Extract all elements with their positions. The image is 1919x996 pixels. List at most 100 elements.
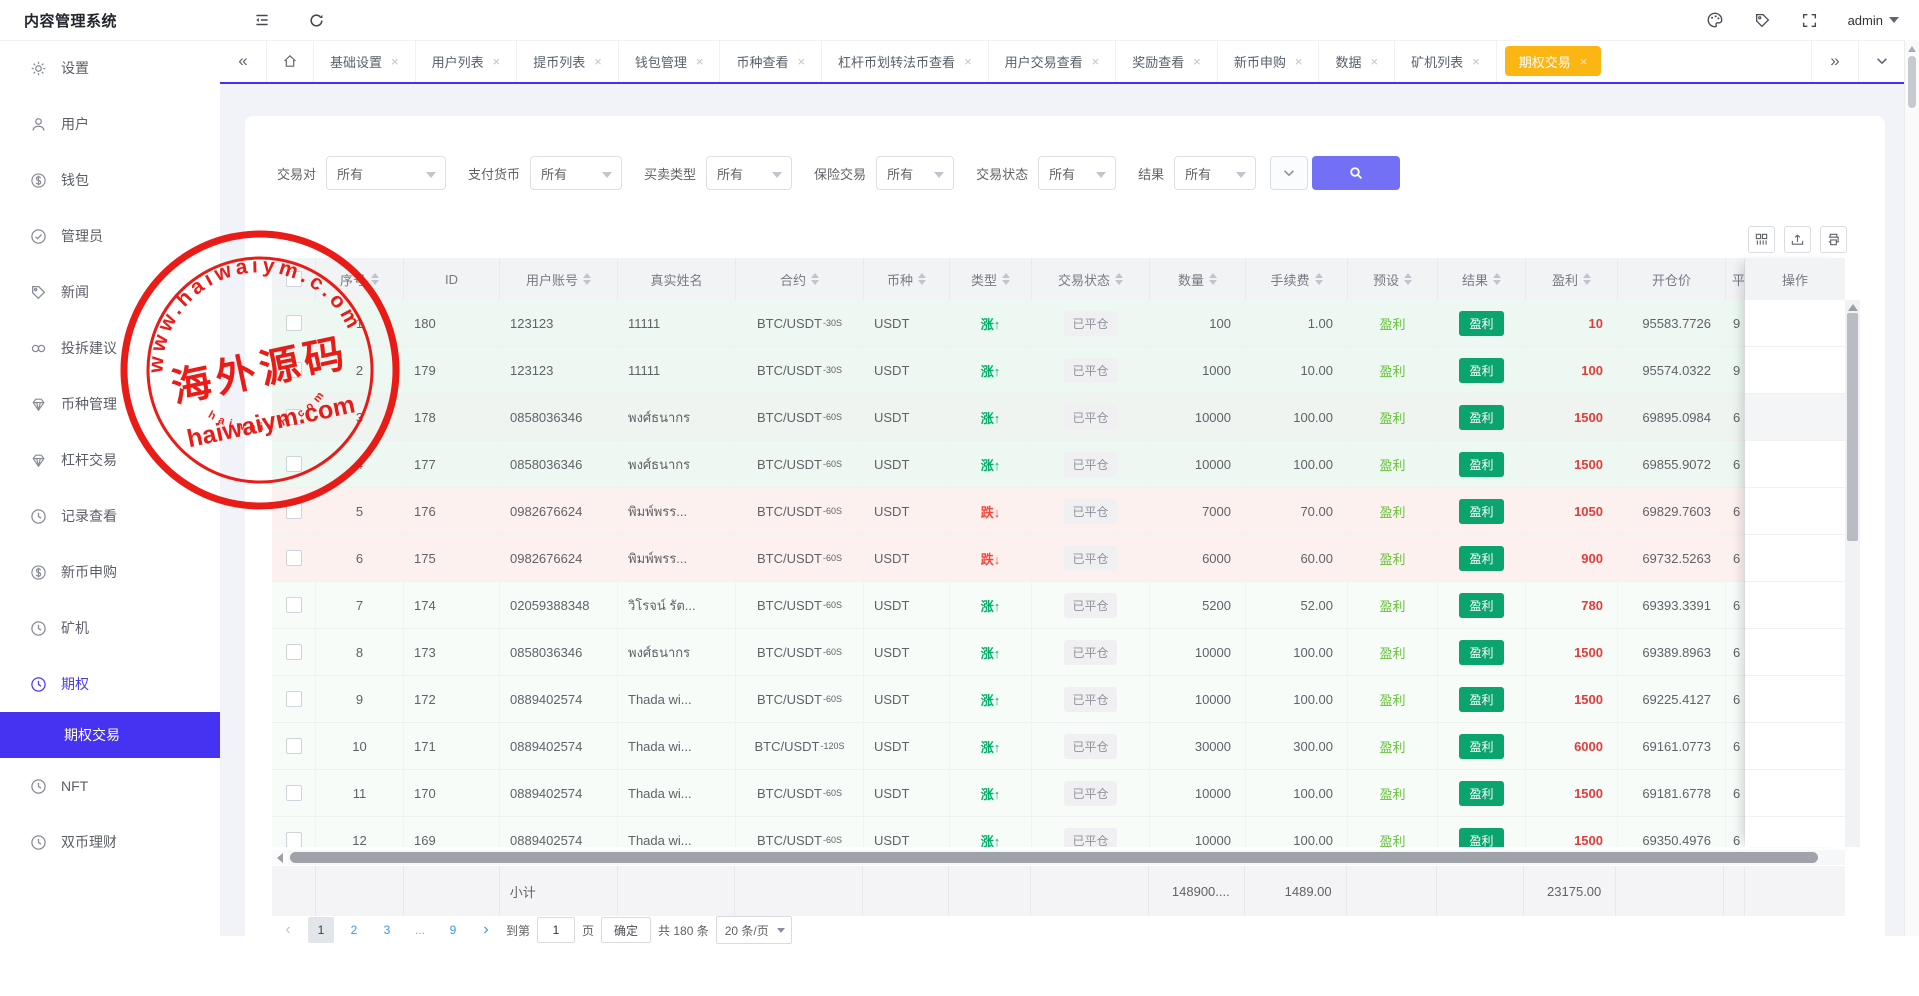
tab-基础设置[interactable]: 基础设置× [314,40,416,82]
close-icon[interactable]: × [1371,55,1379,68]
goto-page-input[interactable] [537,917,575,943]
tabs-scroll-left-icon[interactable]: « [220,40,267,82]
sort-icon[interactable] [1209,273,1217,285]
row-checkbox[interactable] [286,550,302,566]
fullscreen-icon[interactable] [1801,12,1818,29]
row-checkbox[interactable] [286,456,302,472]
sidebar-item-记录查看[interactable]: 记录查看 [0,488,220,544]
close-icon[interactable]: × [1295,55,1303,68]
theme-palette-icon[interactable] [1706,11,1724,29]
sort-icon[interactable] [1493,273,1501,285]
scroll-up-icon[interactable] [1848,304,1858,311]
page-button-1[interactable]: 1 [308,917,334,943]
close-icon[interactable]: × [1193,55,1201,68]
row-checkbox[interactable] [286,738,302,754]
tab-奖励查看[interactable]: 奖励查看× [1116,40,1218,82]
cell-actions[interactable] [1745,488,1845,535]
filter-select-支付货币[interactable]: 所有 [530,156,622,190]
tab-币种查看[interactable]: 币种查看× [720,40,822,82]
sidebar-item-设置[interactable]: 设置 [0,40,220,96]
column-header-币种[interactable]: 币种 [864,258,950,300]
sort-icon[interactable] [811,273,819,285]
tab-用户列表[interactable]: 用户列表× [416,40,518,82]
table-row[interactable]: 717402059388348วิโรจน์ รัต...BTC/USDT-60… [272,582,1745,629]
close-icon[interactable]: × [391,55,399,68]
table-row[interactable]: 111700889402574Thada wi...BTC/USDT-60SUS… [272,770,1745,817]
cell-actions[interactable] [1745,817,1845,847]
close-icon[interactable]: × [696,55,704,68]
row-checkbox[interactable] [286,503,302,519]
tabs-menu-icon[interactable] [1858,40,1905,82]
tab-期权交易[interactable]: 期权交易× [1505,46,1602,76]
table-row[interactable]: 61750982676624พิมพ์พรร...BTC/USDT-60SUSD… [272,535,1745,582]
cell-actions[interactable] [1745,300,1845,347]
cell-actions[interactable] [1745,441,1845,488]
table-row[interactable]: 81730858036346พงศ์ธนากรBTC/USDT-60SUSDT涨… [272,629,1745,676]
tab-矿机列表[interactable]: 矿机列表× [1395,40,1497,82]
row-checkbox[interactable] [286,832,302,847]
sort-icon[interactable] [1583,273,1591,285]
table-row[interactable]: 31780858036346พงศ์ธนากรBTC/USDT-60SUSDT涨… [272,394,1745,441]
sort-icon[interactable] [1404,273,1412,285]
sidebar-subitem-期权交易[interactable]: 期权交易 [0,712,220,758]
sidebar-item-钱包[interactable]: 钱包 [0,152,220,208]
cell-actions[interactable] [1745,394,1845,441]
cell-actions[interactable] [1745,723,1845,770]
close-icon[interactable]: × [797,55,805,68]
horizontal-scroll-thumb[interactable] [290,852,1818,863]
row-checkbox[interactable] [286,362,302,378]
page-button-3[interactable]: 3 [374,917,400,943]
next-page-button[interactable]: › [473,917,499,943]
scroll-left-icon[interactable] [272,850,288,865]
sidebar-item-新币申购[interactable]: 新币申购 [0,544,220,600]
row-checkbox[interactable] [286,691,302,707]
sidebar-item-矿机[interactable]: 矿机 [0,600,220,656]
row-checkbox[interactable] [286,644,302,660]
column-header-序号[interactable]: 序号 [316,258,404,300]
filter-select-买卖类型[interactable]: 所有 [706,156,792,190]
close-icon[interactable]: × [1580,55,1588,68]
sidebar-item-NFT[interactable]: NFT [0,758,220,814]
table-row[interactable]: 51760982676624พิมพ์พรร...BTC/USDT-60SUSD… [272,488,1745,535]
columns-button[interactable] [1748,226,1775,253]
column-header-合约[interactable]: 合约 [736,258,864,300]
row-checkbox[interactable] [286,785,302,801]
sort-icon[interactable] [1315,273,1323,285]
tab-钱包管理[interactable]: 钱包管理× [619,40,721,82]
close-icon[interactable]: × [1092,55,1100,68]
scroll-up-icon[interactable] [1908,46,1916,52]
close-icon[interactable]: × [1472,55,1480,68]
export-button[interactable] [1784,226,1811,253]
sidebar-item-双币理财[interactable]: 双币理财 [0,814,220,870]
sort-icon[interactable] [371,273,379,285]
column-header-交易状态[interactable]: 交易状态 [1032,258,1150,300]
column-header-盈利[interactable]: 盈利 [1526,258,1618,300]
tab-新币申购[interactable]: 新币申购× [1218,40,1320,82]
user-menu[interactable]: admin [1848,13,1899,28]
column-header-手续费[interactable]: 手续费 [1246,258,1348,300]
select-all-checkbox[interactable] [286,271,302,287]
column-header-预设[interactable]: 预设 [1348,258,1438,300]
search-button[interactable] [1312,156,1400,190]
cell-actions[interactable] [1745,347,1845,394]
cell-actions[interactable] [1745,535,1845,582]
sort-icon[interactable] [918,273,926,285]
close-icon[interactable]: × [964,55,972,68]
table-row[interactable]: 91720889402574Thada wi...BTC/USDT-60SUSD… [272,676,1745,723]
sidebar-item-新闻[interactable]: 新闻 [0,264,220,320]
table-row[interactable]: 118012312311111BTC/USDT-30SUSDT涨↑已平仓1001… [272,300,1745,347]
column-header-用户账号[interactable]: 用户账号 [500,258,618,300]
sidebar-collapse-icon[interactable] [248,6,276,34]
sort-icon[interactable] [583,273,591,285]
sort-icon[interactable] [1002,273,1010,285]
tabs-scroll-right-icon[interactable]: » [1811,40,1858,82]
cell-actions[interactable] [1745,770,1845,817]
close-icon[interactable]: × [493,55,501,68]
tab-数据[interactable]: 数据× [1319,40,1395,82]
tab-杠杆币划转法币查看[interactable]: 杠杆币划转法币查看× [822,40,989,82]
sidebar-item-币种管理[interactable]: 币种管理 [0,376,220,432]
page-size-select[interactable]: 20 条/页 [716,916,792,944]
sidebar-item-杠杆交易[interactable]: 杠杆交易 [0,432,220,488]
tag-icon[interactable] [1754,12,1771,29]
page-scroll-thumb[interactable] [1908,56,1916,108]
